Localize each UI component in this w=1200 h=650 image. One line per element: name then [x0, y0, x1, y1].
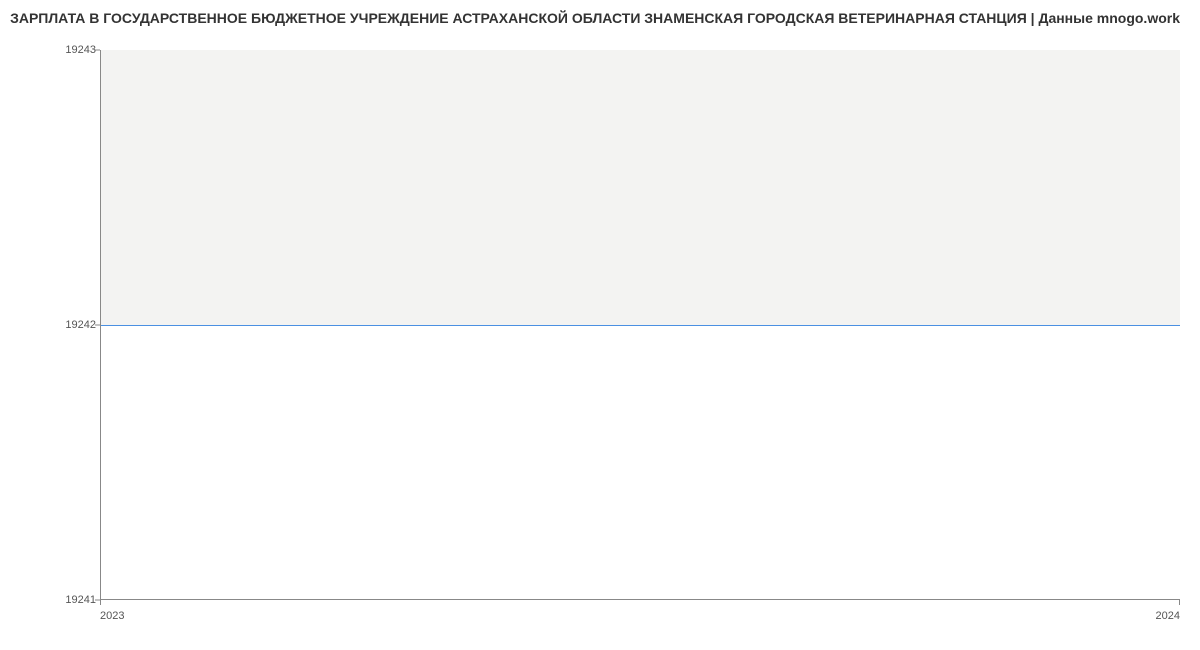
y-tick-label: 19242 [65, 319, 96, 331]
chart-container: ЗАРПЛАТА В ГОСУДАРСТВЕННОЕ БЮДЖЕТНОЕ УЧР… [0, 0, 1200, 650]
x-tick-mark [1179, 600, 1180, 605]
x-tick-label: 2023 [100, 610, 124, 622]
x-tick-label: 2024 [1156, 610, 1180, 622]
plot-area [100, 50, 1180, 600]
chart-title: ЗАРПЛАТА В ГОСУДАРСТВЕННОЕ БЮДЖЕТНОЕ УЧР… [10, 10, 1180, 26]
y-tick-label: 19243 [65, 44, 96, 56]
y-tick-label: 19241 [65, 594, 96, 606]
shaded-region [101, 50, 1180, 325]
x-tick-mark [100, 600, 101, 605]
data-line [101, 325, 1180, 326]
